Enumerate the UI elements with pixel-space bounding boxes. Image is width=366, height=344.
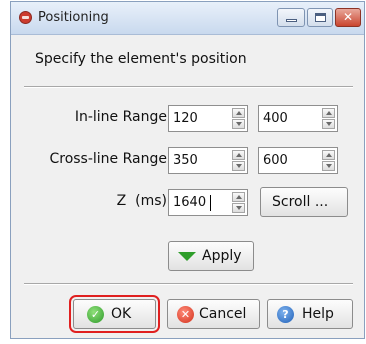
- spinner-down-icon[interactable]: [232, 161, 245, 171]
- spinner-up-icon[interactable]: [232, 192, 245, 202]
- ok-button[interactable]: ✓ OK: [69, 295, 160, 333]
- crossline-to-value[interactable]: 600: [263, 153, 288, 168]
- crossline-to-spinner[interactable]: 600: [258, 147, 338, 174]
- spinner-down-icon[interactable]: [322, 119, 335, 129]
- inline-to-arrows: [322, 108, 335, 129]
- x-circle-icon: ✕: [177, 306, 194, 323]
- window-title: Positioning: [38, 10, 109, 25]
- apply-button-label: Apply: [202, 248, 242, 264]
- spinner-down-icon[interactable]: [232, 203, 245, 213]
- crossline-to-arrows: [322, 150, 335, 171]
- z-value[interactable]: 1640: [173, 195, 206, 210]
- scroll-button-label: Scroll ...: [272, 194, 329, 210]
- instruction-text: Specify the element's position: [35, 51, 247, 67]
- question-icon: ?: [277, 306, 294, 323]
- spinner-down-icon[interactable]: [322, 161, 335, 171]
- cancel-button[interactable]: ✕ Cancel: [167, 299, 260, 329]
- help-button[interactable]: ? Help: [267, 299, 353, 329]
- title-bar[interactable]: Positioning ✕: [11, 2, 364, 35]
- app-icon: [19, 11, 32, 24]
- inline-from-arrows: [232, 108, 245, 129]
- spinner-up-icon[interactable]: [322, 108, 335, 118]
- separator-top: [24, 86, 353, 88]
- crossline-from-value[interactable]: 350: [173, 153, 198, 168]
- spinner-up-icon[interactable]: [232, 150, 245, 160]
- check-icon: ✓: [87, 306, 104, 323]
- z-ms-label: Z (ms): [116, 193, 167, 209]
- spinner-up-icon[interactable]: [322, 150, 335, 160]
- spinner-up-icon[interactable]: [232, 108, 245, 118]
- down-triangle-icon: [178, 252, 196, 261]
- z-spinner[interactable]: 1640: [168, 189, 248, 216]
- inline-from-value[interactable]: 120: [173, 111, 198, 126]
- z-arrows: [232, 192, 245, 213]
- crossline-from-arrows: [232, 150, 245, 171]
- crossline-from-spinner[interactable]: 350: [168, 147, 248, 174]
- positioning-dialog: Positioning ✕ Specify the element's posi…: [10, 1, 365, 339]
- inline-to-value[interactable]: 400: [263, 111, 288, 126]
- maximize-button[interactable]: [307, 8, 333, 27]
- ok-button-label: OK: [111, 306, 132, 322]
- inline-to-spinner[interactable]: 400: [258, 105, 338, 132]
- cancel-button-label: Cancel: [199, 306, 247, 322]
- inline-from-spinner[interactable]: 120: [168, 105, 248, 132]
- inline-range-label: In-line Range: [74, 109, 167, 125]
- close-icon: ✕: [342, 10, 354, 24]
- apply-button[interactable]: Apply: [168, 241, 254, 271]
- help-button-label: Help: [302, 306, 334, 322]
- scroll-button[interactable]: Scroll ...: [260, 187, 348, 217]
- close-button[interactable]: ✕: [335, 8, 361, 27]
- separator-bottom: [24, 283, 353, 285]
- spinner-down-icon[interactable]: [232, 119, 245, 129]
- minimize-icon: [286, 19, 297, 22]
- crossline-range-label: Cross-line Range: [49, 151, 167, 167]
- maximize-icon: [315, 13, 326, 22]
- minimize-button[interactable]: [277, 8, 305, 27]
- text-caret: [210, 195, 211, 211]
